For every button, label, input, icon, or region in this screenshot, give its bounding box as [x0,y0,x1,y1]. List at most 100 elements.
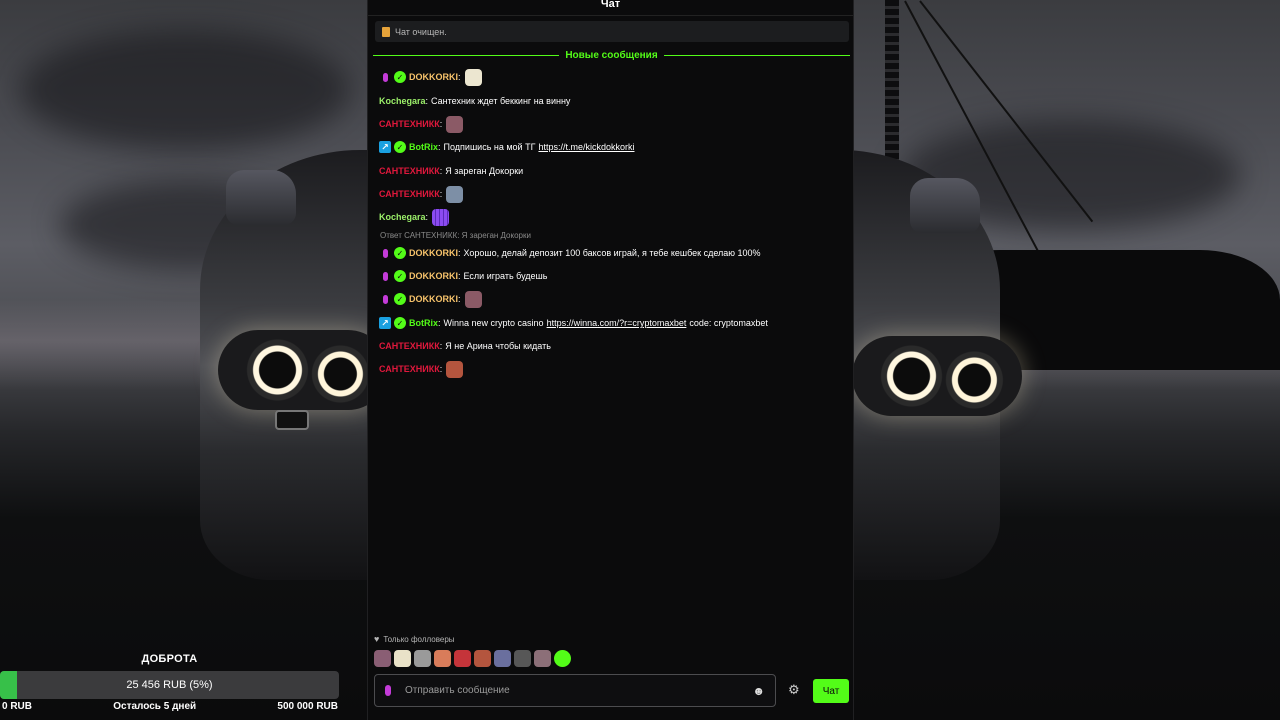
new-messages-label: Новые сообщения [565,49,658,61]
duck-emote [464,68,482,86]
username-separator: : [458,294,461,304]
cloud [20,30,350,150]
reply-context: Ответ САНТЕХНИКК: Я зареган Докорки [380,231,531,240]
chat-message: ↗ ✓ BotRix: Winna new crypto casino https://… [379,312,768,334]
chat-cleared-text: Чат очищен. [395,26,447,37]
chat-message: ✓ DOKKORKI: [379,288,482,310]
chat-message-text: Хорошо, делай депозит 100 баксов играй, … [463,248,761,258]
trash-icon [382,26,390,37]
emoji-picker-icon[interactable]: ☻ [752,684,765,698]
chat-input-box[interactable]: ☻ [374,674,776,707]
chat-panel: Чат Чат очищен. Новые сообщения ✓ DOKKORK… [367,0,854,720]
chat-username[interactable]: САНТЕХНИКК [379,364,440,374]
chat-message-text: Я не Арина чтобы кидать [445,341,551,351]
emote-button[interactable] [434,650,451,667]
divider-line [373,54,560,56]
username-separator: : [439,189,443,199]
chat-message: Kochegara: Сантехник ждет беккинг на винн… [379,90,570,112]
mic-badge-icon [379,293,391,305]
verified-badge-icon: ✓ [394,247,406,259]
chat-username[interactable]: САНТЕХНИКК [379,341,440,351]
quick-emote-row [374,650,571,667]
verified-badge-icon: ✓ [394,141,406,153]
mic-badge-icon [379,71,391,83]
username-separator: : [439,166,443,176]
emote-button[interactable] [394,650,411,667]
chat-username[interactable]: САНТЕХНИКК [379,189,440,199]
username-separator: : [458,72,461,82]
goal-progress-bar: 25 456 RUB (5%) [0,671,339,699]
goal-title: ДОБРОТА [141,653,198,665]
goal-footer: 0 RUB Осталось 5 дней 500 000 RUB [2,701,338,712]
grid-emote [432,208,450,226]
mic-badge-icon [379,247,391,259]
chat-message: САНТЕХНИКК: Я зареган Докорки [379,160,523,182]
heart-icon: ♥ [374,634,380,644]
chat-message-link[interactable]: https://t.me/kickdokkorki [538,142,634,152]
chat-message-link[interactable]: https://winna.com/?r=cryptomaxbet [547,318,687,328]
username-separator: : [458,248,461,258]
car-grille [275,410,309,430]
chat-message: ✓ DOKKORKI: Если играть будешь [379,265,547,287]
mic-badge-icon [379,270,391,282]
chat-message: САНТЕХНИКК: [379,183,464,205]
chat-message-text: Я зареган Докорки [445,166,524,176]
chat-message: Kochegara: [379,206,450,228]
chat-message: САНТЕХНИКК: [379,358,464,380]
chat-message: ↗ ✓ BotRix: Подпишись на мой ТГ https://t.me… [379,136,634,158]
emote-button[interactable] [474,650,491,667]
face-emote [464,290,482,308]
username-separator: : [439,341,443,351]
emote-button[interactable] [494,650,511,667]
username-separator: : [438,142,441,152]
chat-username[interactable]: САНТЕХНИКК [379,119,440,129]
chat-message-input[interactable] [405,685,753,696]
new-messages-divider: Новые сообщения [373,48,850,62]
send-chat-button[interactable]: Чат [813,679,849,703]
chat-username[interactable]: DOKKORKI [409,294,458,304]
emote-button[interactable] [554,650,571,667]
username-separator: : [425,96,429,106]
chat-username[interactable]: DOKKORKI [409,72,458,82]
chat-username[interactable]: BotRix [409,142,438,152]
verified-badge-icon: ✓ [394,270,406,282]
headlight-left [218,330,388,410]
headlight-right [852,336,1022,416]
chat-username[interactable]: BotRix [409,318,438,328]
chat-message-text: Подпишись на мой ТГ [443,142,536,152]
mouth-emote [446,360,464,378]
chat-message: ✓ DOKKORKI: [379,66,482,88]
chat-title: Чат [368,0,853,16]
emote-button[interactable] [414,650,431,667]
chat-message-text: Winna new crypto casino [443,318,544,328]
verified-badge-icon: ✓ [394,71,406,83]
emote-button[interactable] [454,650,471,667]
chat-username[interactable]: САНТЕХНИКК [379,166,440,176]
bot-badge-icon: ↗ [379,317,391,329]
car-mirror-right [910,178,980,233]
emote-button[interactable] [514,650,531,667]
chat-cleared-notice: Чат очищен. [375,21,849,42]
chat-username[interactable]: DOKKORKI [409,271,458,281]
chat-message: САНТЕХНИКК: Я не Арина чтобы кидать [379,335,551,357]
settings-gear-icon[interactable]: ⚙ [788,682,800,698]
username-separator: : [439,119,443,129]
goal-amount-label: 25 456 RUB (5%) [126,679,213,691]
chat-username[interactable]: DOKKORKI [409,248,458,258]
chat-message-text: Сантехник ждет беккинг на винну [431,96,571,106]
chat-message-text: code: cryptomaxbet [689,318,768,328]
emote-button[interactable] [374,650,391,667]
username-separator: : [439,364,443,374]
followers-only-label: Только фолловеры [383,634,455,644]
emote-button[interactable] [534,650,551,667]
goal-remaining-label: Осталось 5 дней [113,701,197,712]
figure-emote [446,185,464,203]
divider-line [663,54,850,56]
username-separator: : [438,318,441,328]
chat-message-text: Если играть будешь [463,271,548,281]
chat-message: САНТЕХНИКК: [379,113,464,135]
chat-username[interactable]: Kochegara [379,96,426,106]
face-emote [446,115,464,133]
chat-username[interactable]: Kochegara [379,212,426,222]
username-separator: : [425,212,429,222]
